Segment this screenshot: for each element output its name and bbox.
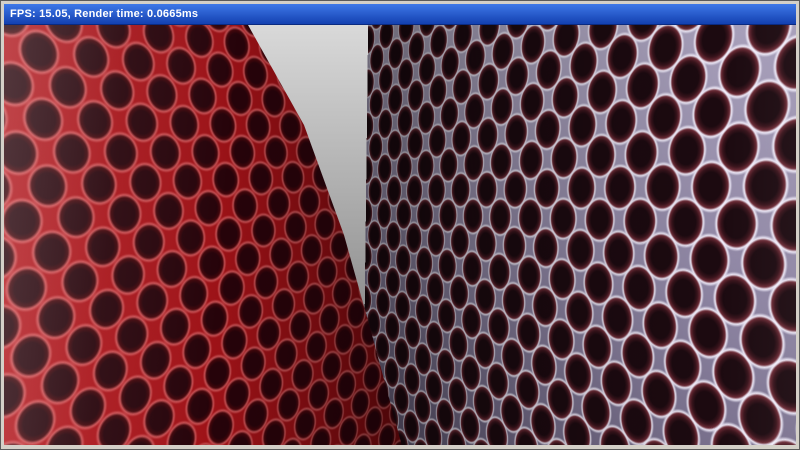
window-title: FPS: 15.05, Render time: 0.0665ms bbox=[10, 8, 198, 20]
perforated-wall-right bbox=[362, 25, 796, 445]
title-bar[interactable]: FPS: 15.05, Render time: 0.0665ms bbox=[4, 4, 796, 25]
app-window: FPS: 15.05, Render time: 0.0665ms bbox=[0, 0, 800, 450]
render-viewport[interactable] bbox=[4, 25, 796, 445]
